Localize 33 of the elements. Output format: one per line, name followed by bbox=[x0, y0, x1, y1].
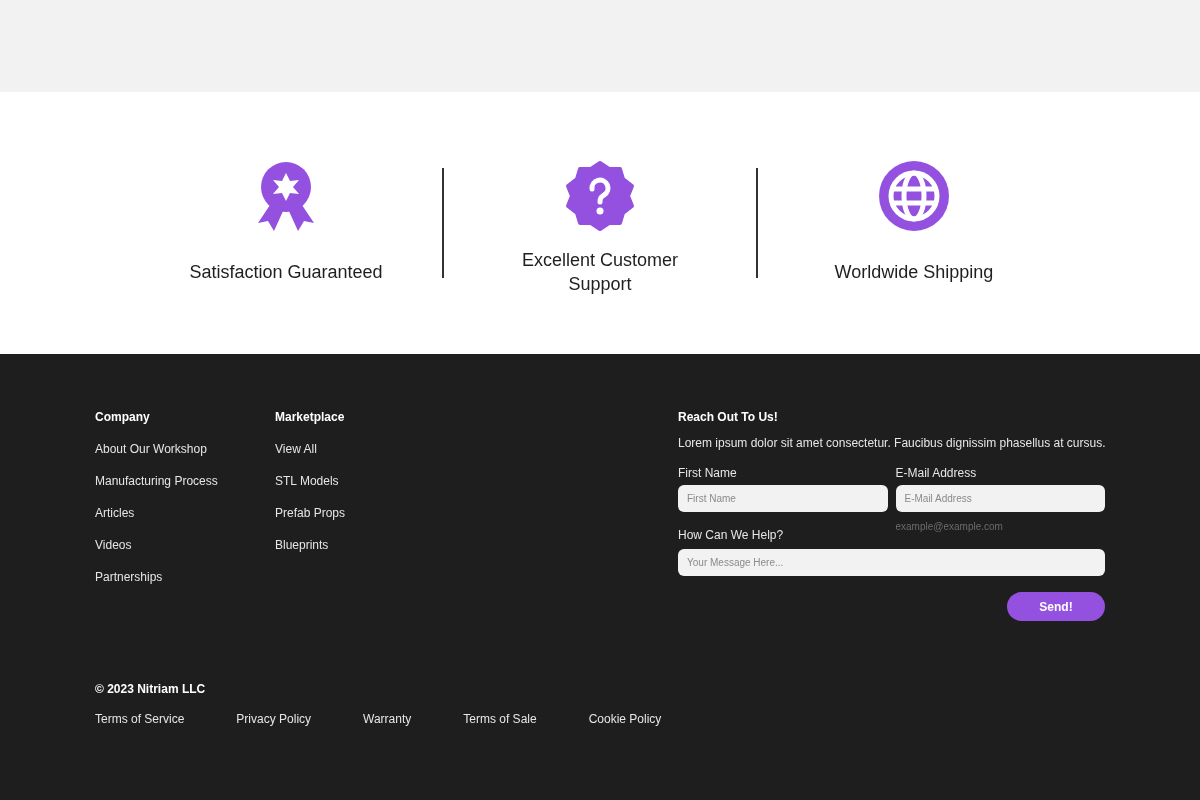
footer-link[interactable]: View All bbox=[275, 442, 455, 458]
feature-title: Worldwide Shipping bbox=[833, 261, 995, 284]
question-badge-icon bbox=[565, 160, 635, 232]
column-heading: Marketplace bbox=[275, 410, 346, 426]
globe-icon bbox=[879, 160, 949, 232]
legal-link[interactable]: Cookie Policy bbox=[588, 712, 662, 728]
award-ribbon-icon bbox=[256, 160, 316, 232]
footer-link[interactable]: Partnerships bbox=[95, 570, 275, 586]
send-button[interactable]: Send! bbox=[1007, 592, 1105, 621]
footer-link[interactable]: Blueprints bbox=[275, 538, 455, 554]
email-field[interactable]: E-Mail Address bbox=[895, 485, 1105, 512]
field-label: E-Mail Address bbox=[895, 466, 978, 482]
message-field[interactable]: Your Message Here... bbox=[678, 549, 1105, 576]
footer-link[interactable]: About Our Workshop bbox=[95, 442, 275, 458]
column-heading: Company bbox=[95, 410, 151, 426]
legal-link[interactable]: Privacy Policy bbox=[236, 712, 312, 728]
footer-link[interactable]: STL Models bbox=[275, 474, 455, 490]
legal-link[interactable]: Warranty bbox=[363, 712, 412, 728]
feature-title: Satisfaction Guaranteed bbox=[188, 261, 384, 284]
field-label: How Can We Help? bbox=[678, 528, 785, 544]
copyright: © 2023 Nitriam LLC bbox=[95, 682, 207, 696]
contact-heading: Reach Out To Us! bbox=[678, 410, 779, 426]
field-label: First Name bbox=[678, 466, 738, 482]
legal-link[interactable]: Terms of Service bbox=[95, 712, 185, 728]
footer-link[interactable]: Articles bbox=[95, 506, 275, 522]
first-name-field[interactable]: First Name bbox=[678, 485, 888, 512]
feature-title: Excellent Customer Support bbox=[520, 249, 680, 296]
contact-description: Lorem ipsum dolor sit amet consectetur. Faucibus dignissim phasellus at cursus. bbox=[678, 436, 1105, 450]
legal-link[interactable]: Terms of Sale bbox=[463, 712, 537, 728]
footer-link[interactable]: Manufacturing Process bbox=[95, 474, 275, 490]
footer-link[interactable]: Videos bbox=[95, 538, 275, 554]
field-hint: example@example.com bbox=[895, 521, 1004, 532]
footer-link[interactable]: Prefab Props bbox=[275, 506, 455, 522]
